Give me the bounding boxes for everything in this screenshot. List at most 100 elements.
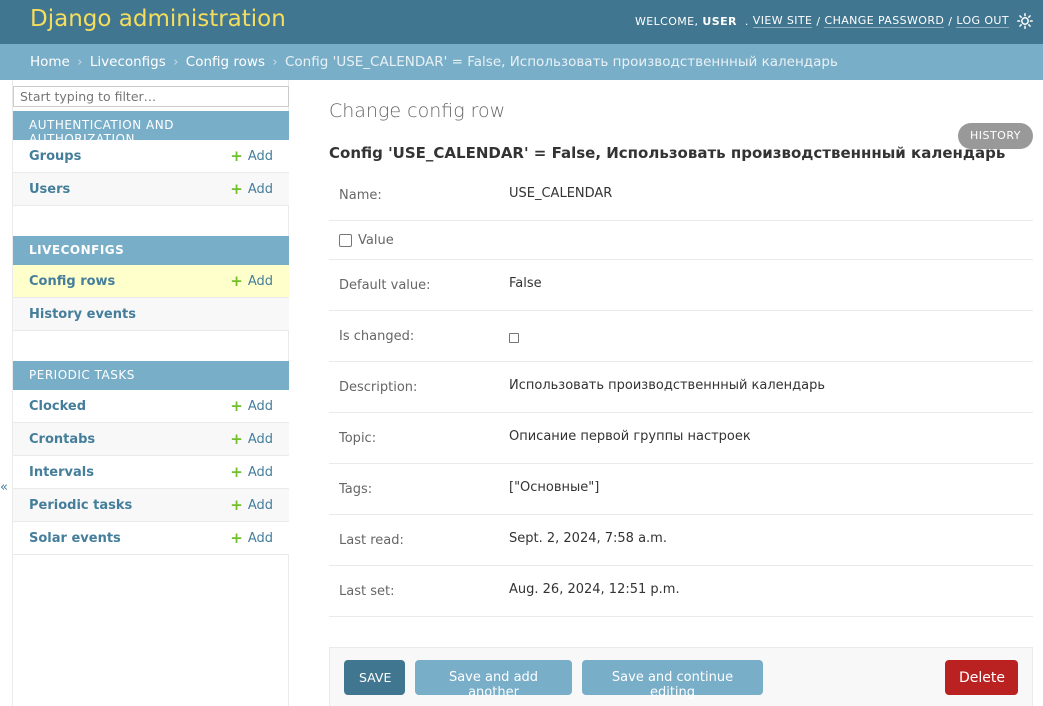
- field-label: Last read:: [339, 533, 404, 548]
- header: Django administration WELCOME, USER . VI…: [0, 0, 1043, 44]
- value-checkbox-wrapper: Value: [339, 233, 394, 248]
- nav-sidebar: AUTHENTICATION AND AUTHORIZATION Groups …: [12, 80, 289, 706]
- sidebar-item-intervals: Intervals + Add: [13, 456, 289, 489]
- module-caption-auth[interactable]: AUTHENTICATION AND AUTHORIZATION: [13, 111, 289, 146]
- user-tools: WELCOME, USER . VIEW SITE / CHANGE PASSW…: [635, 13, 1033, 29]
- sidebar-item-label[interactable]: Crontabs: [29, 432, 95, 447]
- form-row-value: Value: [329, 221, 1033, 260]
- sun-icon[interactable]: [1017, 13, 1033, 29]
- plus-icon: +: [230, 528, 243, 547]
- form-row-tags: Tags: ["Основные"]: [329, 464, 1033, 515]
- module-caption-liveconfigs[interactable]: LIVECONFIGS: [13, 236, 289, 265]
- change-password-link[interactable]: CHANGE PASSWORD: [824, 14, 945, 28]
- site-branding[interactable]: Django administration: [30, 6, 286, 32]
- sidebar-item-clocked: Clocked + Add: [13, 390, 289, 423]
- field-label: Last set:: [339, 584, 395, 599]
- nav-filter-input[interactable]: [13, 86, 289, 107]
- description-value: Использовать производственнный календарь: [509, 378, 826, 393]
- breadcrumb-separator: ›: [173, 54, 179, 70]
- add-label: Add: [247, 530, 273, 546]
- separator: .: [744, 14, 749, 28]
- breadcrumb-app[interactable]: Liveconfigs: [90, 54, 166, 70]
- form-row-last-set: Last set: Aug. 26, 2024, 12:51 p.m.: [329, 566, 1033, 617]
- name-value: USE_CALENDAR: [509, 186, 613, 201]
- breadcrumb-model[interactable]: Config rows: [186, 54, 265, 70]
- sidebar-item-label[interactable]: Solar events: [29, 531, 121, 546]
- add-label: Add: [247, 398, 273, 414]
- breadcrumb: Home › Liveconfigs › Config rows › Confi…: [0, 44, 1043, 80]
- add-label: Add: [247, 273, 273, 289]
- add-solar-events-link[interactable]: + Add: [230, 528, 273, 547]
- checkbox-empty-icon: [509, 332, 519, 343]
- module-caption-periodic-tasks[interactable]: PERIODIC TASKS: [13, 361, 289, 390]
- form-row-name: Name: USE_CALENDAR: [329, 170, 1033, 221]
- form-row-topic: Topic: Описание первой группы настроек: [329, 413, 1033, 464]
- add-label: Add: [247, 148, 273, 164]
- sidebar-item-history-events: History events: [13, 298, 289, 331]
- plus-icon: +: [230, 495, 243, 514]
- sidebar-item-label[interactable]: Intervals: [29, 465, 94, 480]
- last-set-value: Aug. 26, 2024, 12:51 p.m.: [509, 582, 680, 597]
- form-row-default-value: Default value: False: [329, 260, 1033, 311]
- add-users-link[interactable]: + Add: [230, 181, 273, 197]
- topic-value: Описание первой группы настроек: [509, 429, 751, 444]
- add-label: Add: [247, 181, 273, 197]
- save-and-add-another-button[interactable]: Save and add another: [415, 660, 572, 700]
- add-label: Add: [247, 431, 273, 447]
- separator: /: [948, 14, 953, 28]
- sidebar-item-config-rows: Config rows + Add: [13, 265, 289, 298]
- add-label: Add: [247, 464, 273, 480]
- log-out-link[interactable]: LOG OUT: [956, 14, 1009, 28]
- sidebar-item-users: Users + Add: [13, 173, 289, 206]
- sidebar-item-label[interactable]: Config rows: [29, 274, 115, 289]
- add-periodic-tasks-link[interactable]: + Add: [230, 495, 273, 514]
- add-config-rows-link[interactable]: + Add: [230, 271, 273, 290]
- plus-icon: +: [230, 396, 243, 415]
- sidebar-item-periodic-tasks: Periodic tasks + Add: [13, 489, 289, 522]
- sidebar-item-crontabs: Crontabs + Add: [13, 423, 289, 456]
- breadcrumb-separator: ›: [272, 54, 278, 70]
- field-label: Topic:: [339, 431, 377, 446]
- view-site-link[interactable]: VIEW SITE: [752, 14, 813, 28]
- breadcrumb-current: Config 'USE_CALENDAR' = False, Использов…: [285, 54, 838, 70]
- form-row-is-changed: Is changed:: [329, 311, 1033, 362]
- plus-icon: +: [230, 462, 243, 481]
- add-clocked-link[interactable]: + Add: [230, 396, 273, 415]
- field-label: Name:: [339, 188, 382, 203]
- value-checkbox[interactable]: [339, 234, 352, 247]
- sidebar-item-label[interactable]: Periodic tasks: [29, 498, 132, 513]
- form-row-last-read: Last read: Sept. 2, 2024, 7:58 a.m.: [329, 515, 1033, 566]
- field-label: Tags:: [339, 482, 373, 497]
- page-title: Change config row: [329, 100, 506, 122]
- sidebar-item-label[interactable]: Clocked: [29, 399, 86, 414]
- tags-value: ["Основные"]: [509, 480, 600, 495]
- breadcrumb-separator: ›: [77, 54, 83, 70]
- last-read-value: Sept. 2, 2024, 7:58 a.m.: [509, 531, 667, 546]
- add-label: Add: [247, 497, 273, 513]
- sidebar-item-label[interactable]: Users: [29, 182, 70, 197]
- add-intervals-link[interactable]: + Add: [230, 462, 273, 481]
- welcome-text: WELCOME,: [634, 14, 699, 28]
- save-button[interactable]: SAVE: [344, 660, 405, 695]
- object-title: Config 'USE_CALENDAR' = False, Использов…: [329, 144, 1006, 162]
- field-label[interactable]: Value: [358, 233, 394, 248]
- delete-button[interactable]: Delete: [945, 660, 1018, 695]
- field-label: Is changed:: [339, 329, 415, 344]
- sidebar-item-label[interactable]: Groups: [29, 149, 81, 164]
- sidebar-item-solar-events: Solar events + Add: [13, 522, 289, 555]
- username: USER: [702, 14, 737, 28]
- save-and-continue-button[interactable]: Save and continue editing: [582, 660, 763, 700]
- field-label: Description:: [339, 380, 418, 395]
- add-crontabs-link[interactable]: + Add: [230, 429, 273, 448]
- plus-icon: +: [230, 429, 243, 448]
- sidebar-collapse-toggle[interactable]: «: [0, 480, 8, 495]
- form-row-description: Description: Использовать производственн…: [329, 362, 1033, 413]
- field-label: Default value:: [339, 278, 431, 293]
- plus-icon: +: [230, 271, 243, 290]
- submit-row: SAVE Save and add another Save and conti…: [329, 647, 1033, 706]
- default-value-value: False: [509, 276, 542, 291]
- separator: /: [816, 14, 821, 28]
- breadcrumb-home[interactable]: Home: [30, 54, 70, 70]
- sidebar-item-label[interactable]: History events: [29, 307, 136, 322]
- add-groups-link[interactable]: + Add: [230, 148, 273, 164]
